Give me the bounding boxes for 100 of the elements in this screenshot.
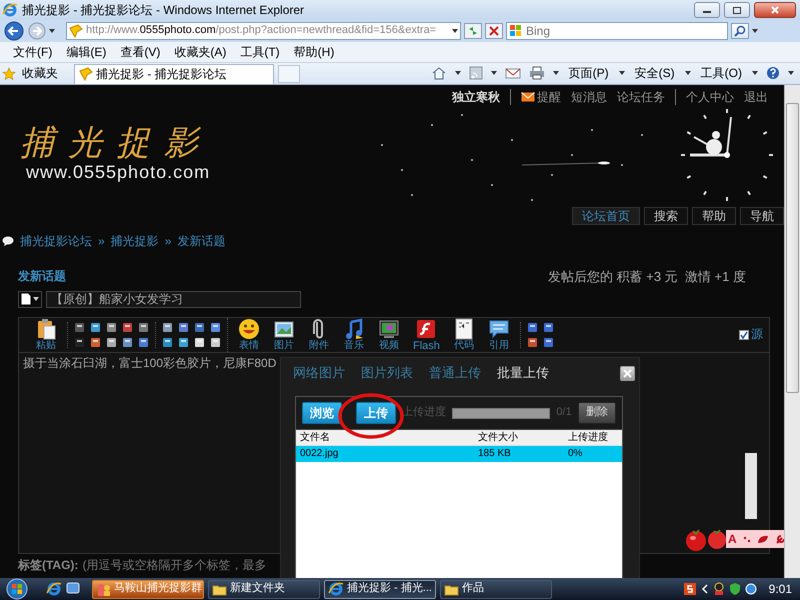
header-link[interactable]: 短消息 [571, 89, 607, 105]
menu-item[interactable]: 编辑(E) [59, 44, 114, 60]
menu-item[interactable]: 文件(F) [6, 44, 60, 60]
format-icon[interactable] [178, 322, 189, 333]
menu-item[interactable]: 工具(T) [233, 44, 287, 60]
shield-icon[interactable] [728, 582, 741, 596]
font-tool[interactable]: A [728, 532, 737, 546]
wrench-icon[interactable] [774, 533, 784, 545]
header-link[interactable]: 论坛任务 [617, 89, 665, 105]
maximize-button[interactable] [724, 2, 750, 18]
format-icon[interactable] [74, 322, 85, 333]
format-icon[interactable] [542, 336, 554, 348]
editor-tool-button[interactable]: Flash [409, 318, 444, 352]
history-dropdown[interactable] [49, 29, 55, 33]
format-icon[interactable] [162, 336, 173, 348]
toolbar-menu[interactable]: 安全(S) [632, 66, 677, 81]
editor-tool-button[interactable]: 表情 [234, 318, 264, 352]
nav-tab[interactable]: 搜索 [644, 207, 688, 225]
post-icon-dropdown[interactable] [18, 290, 42, 308]
breadcrumb-link[interactable]: 发新话题 [177, 234, 226, 248]
tray-app-icon[interactable] [682, 582, 697, 596]
scrollbar[interactable] [745, 452, 757, 519]
close-button[interactable] [620, 366, 635, 380]
feed-icon[interactable] [468, 66, 483, 80]
taskbar-button[interactable]: 捕光捉影 - 捕光... [324, 580, 436, 598]
format-icon[interactable] [194, 336, 205, 348]
help-icon[interactable] [766, 66, 780, 80]
editor-tool-button[interactable]: 视频 [374, 318, 404, 352]
toolbar-menu[interactable]: 工具(O) [698, 66, 744, 81]
format-icon[interactable] [542, 322, 554, 333]
browser-tab[interactable]: 捕光捉影 - 捕光捉影论坛 [74, 64, 274, 84]
mail-icon[interactable] [504, 67, 521, 80]
delete-button[interactable]: 删除 [578, 402, 616, 424]
favicon-icon [69, 24, 83, 38]
desktop-launch-icon[interactable] [66, 581, 80, 595]
subject-field[interactable]: 【原创】船家小女发学习 [46, 290, 301, 308]
format-icon[interactable] [526, 336, 538, 348]
format-icon[interactable] [138, 336, 149, 348]
leaf-icon[interactable] [756, 534, 769, 544]
format-icon[interactable] [162, 322, 173, 333]
nav-tab[interactable]: 论坛首页 [572, 207, 640, 225]
menu-item[interactable]: 帮助(H) [286, 44, 342, 60]
format-icon[interactable] [210, 336, 221, 348]
browser-launch-icon[interactable] [46, 581, 62, 597]
column-header: 文件大小 [478, 432, 519, 444]
format-icon[interactable] [194, 322, 205, 333]
dialog-tab[interactable]: 普通上传 [421, 362, 489, 384]
search-button[interactable] [731, 23, 749, 39]
toolbar-menu[interactable]: 页面(P) [566, 66, 611, 81]
home-icon[interactable] [430, 66, 447, 80]
format-icon[interactable] [178, 336, 189, 348]
editor-tool-button[interactable]: 代码 [448, 318, 479, 352]
search-box[interactable]: Bing [506, 22, 728, 40]
caret-icon [684, 71, 691, 76]
file-row[interactable]: 0022.jpg 185 KB 0% [296, 446, 622, 462]
address-field[interactable]: http://www.0555photo.com/post.php?action=newthread&fid=156&extra= [66, 22, 461, 40]
network-icon[interactable] [744, 582, 757, 596]
dialog-tab[interactable]: 网络图片 [285, 362, 353, 384]
menu-item[interactable]: 查看(V) [113, 44, 168, 60]
format-icon[interactable] [90, 322, 101, 333]
minimize-button[interactable] [694, 2, 720, 18]
header-link[interactable]: 退出 [744, 89, 768, 105]
notice-link[interactable]: 提醒 [521, 89, 561, 105]
scrollbar[interactable] [784, 85, 800, 578]
format-icon[interactable] [122, 322, 133, 333]
format-icon[interactable] [526, 322, 538, 333]
caret-icon [788, 71, 794, 76]
stop-button[interactable] [485, 23, 503, 39]
refresh-button[interactable] [464, 23, 482, 39]
editor-tool-button[interactable]: 附件 [304, 318, 334, 352]
chat-tray-icon[interactable] [712, 582, 725, 596]
dialog-tab[interactable]: 图片列表 [353, 362, 421, 384]
menu-item[interactable]: 收藏夹(A) [167, 44, 234, 60]
taskbar-button[interactable]: 作品 [440, 580, 552, 598]
format-icon[interactable] [106, 336, 117, 348]
scrollbar-thumb[interactable] [786, 103, 799, 393]
breadcrumb-link[interactable]: 捕光捉影论坛 [20, 234, 92, 248]
editor-tool-button[interactable]: 图片 [269, 318, 299, 352]
source-checkbox[interactable] [739, 330, 749, 340]
header-link[interactable]: 个人中心 [686, 89, 734, 105]
editor-tool-button[interactable]: 音乐 [339, 318, 369, 352]
editor-tool-button[interactable]: 粘贴 [31, 318, 61, 352]
format-icon[interactable] [74, 336, 85, 348]
print-icon[interactable] [528, 66, 545, 80]
dots-icon[interactable] [742, 535, 751, 543]
taskbar-button[interactable]: 新建文件夹 [208, 580, 320, 598]
chevron-icon[interactable] [700, 584, 709, 594]
format-icon[interactable] [210, 322, 221, 333]
username-link[interactable]: 独立寒秋 [452, 89, 500, 105]
format-icon[interactable] [90, 336, 101, 348]
nav-tab[interactable]: 帮助 [692, 207, 736, 225]
back-button[interactable] [3, 21, 25, 41]
close-button[interactable] [754, 2, 796, 18]
editor-tool-button[interactable]: 引用 [484, 318, 514, 352]
format-icon[interactable] [106, 322, 117, 333]
format-icon[interactable] [122, 336, 133, 348]
nav-tab[interactable]: 导航 [740, 207, 784, 225]
favorites-button[interactable]: 收藏夹 [20, 66, 60, 81]
breadcrumb-link[interactable]: 捕光捉影 [110, 234, 159, 248]
format-icon[interactable] [138, 322, 149, 333]
